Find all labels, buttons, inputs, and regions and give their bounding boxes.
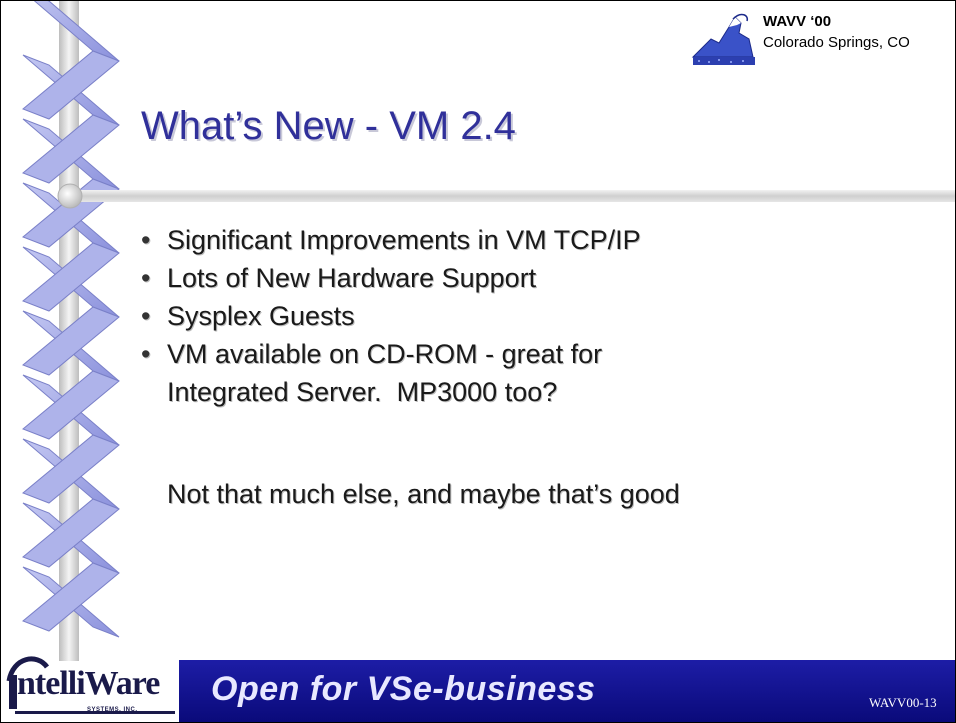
title-divider bbox=[57, 183, 955, 209]
bullet-line: VM available on CD-ROM - great for bbox=[167, 339, 603, 369]
bullet-line: Integrated Server. MP3000 too? bbox=[167, 377, 558, 407]
list-item: Significant Improvements in VM TCP/IP bbox=[139, 221, 641, 259]
conference-name: WAVV ‘00 bbox=[763, 13, 832, 30]
brand-tagline: SYSTEMS, INC. bbox=[87, 707, 138, 713]
list-item: Lots of New Hardware Support bbox=[139, 259, 641, 297]
bullet-line: Sysplex Guests bbox=[167, 301, 355, 331]
bullet-list: Significant Improvements in VM TCP/IP Lo… bbox=[139, 221, 641, 411]
bullet-line: Significant Improvements in VM TCP/IP bbox=[167, 225, 641, 255]
spiral-binding-decoration bbox=[22, 1, 120, 661]
list-item: VM available on CD-ROM - great for Integ… bbox=[139, 335, 641, 411]
conference-info: WAVV ‘00 Colorado Springs, CO bbox=[763, 11, 910, 53]
mountain-peak-icon bbox=[691, 13, 755, 65]
slide: WAVV ‘00 Colorado Springs, CO What’s New… bbox=[0, 0, 956, 723]
brand-name: ntelliWare bbox=[17, 665, 160, 702]
closing-remark: Not that much else, and maybe that’s goo… bbox=[167, 479, 680, 509]
list-item: Sysplex Guests bbox=[139, 297, 641, 335]
footer-slogan: Open for VSe-business bbox=[211, 670, 596, 708]
slide-number: WAVV00-13 bbox=[869, 695, 937, 710]
bullet-line: Lots of New Hardware Support bbox=[167, 263, 537, 293]
slide-title: What’s New - VM 2.4 bbox=[141, 104, 516, 148]
conference-location: Colorado Springs, CO bbox=[763, 34, 910, 51]
